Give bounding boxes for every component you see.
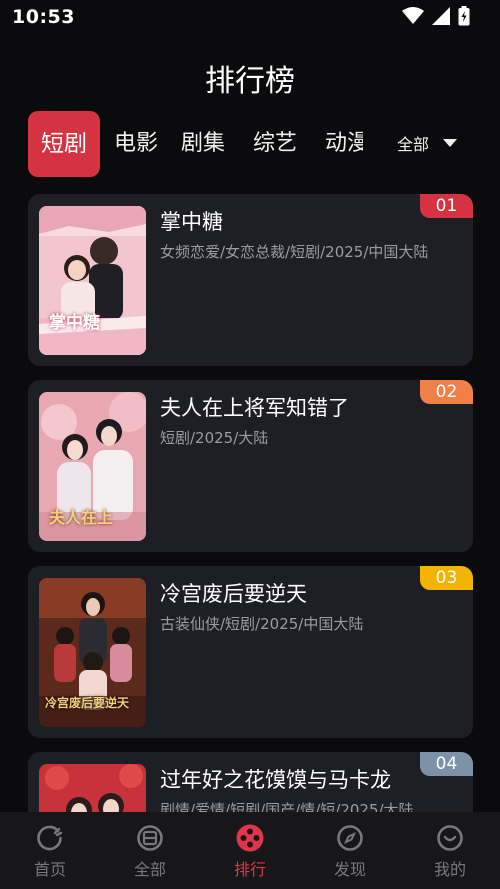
rank-icon [236, 824, 264, 852]
home-icon [37, 825, 63, 851]
tab-movie[interactable]: 电影 [114, 111, 158, 177]
rank-badge: 02 [420, 380, 473, 404]
card-title: 夫人在上将军知错了 [160, 396, 349, 420]
poster-title-text: 夫人在上 [49, 508, 114, 527]
poster-image: 冷宫废后要逆天 [39, 578, 146, 727]
nav-rank-label: 排行 [233, 860, 266, 879]
caret-down-icon [443, 139, 458, 147]
ranking-card-1[interactable]: 掌中糖 掌中糖 女频恋爱/女恋总裁/短剧/2025/中国大陆 01 [28, 194, 473, 366]
card-title: 冷宫废后要逆天 [160, 582, 307, 606]
tab-series[interactable]: 剧集 [181, 111, 225, 177]
card-title: 过年好之花馍馍与马卡龙 [160, 768, 391, 792]
rank-badge: 01 [420, 194, 473, 218]
card-tags: 女频恋爱/女恋总裁/短剧/2025/中国大陆 [160, 243, 429, 261]
poster-title-text: 掌中糖 [49, 313, 100, 333]
poster-image: 掌中糖 [39, 206, 146, 355]
profile-icon [437, 825, 463, 851]
nav-home[interactable]: 首页 [0, 812, 100, 889]
nav-all[interactable]: 全部 [100, 812, 200, 889]
status-bar: 10:53 [0, 0, 500, 36]
battery-icon [458, 6, 470, 26]
nav-rank[interactable]: 排行 [200, 812, 300, 889]
card-title: 掌中糖 [160, 210, 223, 234]
status-icons [402, 6, 470, 26]
rank-badge: 03 [420, 566, 473, 590]
category-tabs: 短剧 电影 剧集 综艺 动漫 [28, 111, 363, 177]
tab-variety[interactable]: 综艺 [253, 111, 297, 177]
card-tags: 短剧/2025/大陆 [160, 429, 269, 447]
ranking-card-2[interactable]: 夫人在上 夫人在上将军知错了 短剧/2025/大陆 02 [28, 380, 473, 552]
poster-image: 夫人在上 [39, 392, 146, 541]
wifi-icon [402, 7, 424, 24]
nav-discover[interactable]: 发现 [300, 812, 400, 889]
rank-badge: 04 [420, 752, 473, 776]
page-title: 排行榜 [205, 64, 295, 99]
bottom-nav: 首页 全部 排行 发现 我的 [0, 812, 500, 889]
all-icon [137, 825, 163, 851]
ranking-card-3[interactable]: 冷宫废后要逆天 冷宫废后要逆天 古装仙侠/短剧/2025/中国大陆 03 [28, 566, 473, 738]
tab-short-drama[interactable]: 短剧 [28, 111, 100, 177]
nav-profile-label: 我的 [433, 860, 466, 879]
compass-icon [337, 825, 363, 851]
nav-discover-label: 发现 [333, 860, 366, 879]
nav-profile[interactable]: 我的 [400, 812, 500, 889]
poster-title-text: 冷宫废后要逆天 [45, 696, 130, 710]
signal-icon [432, 7, 450, 25]
filter-label: 全部 [397, 135, 430, 154]
card-tags: 古装仙侠/短剧/2025/中国大陆 [160, 615, 364, 633]
tab-anime[interactable]: 动漫 [325, 111, 363, 177]
filter-dropdown[interactable]: 全部 [397, 131, 458, 155]
nav-home-label: 首页 [33, 860, 66, 879]
status-time: 10:53 [12, 6, 75, 28]
nav-all-label: 全部 [133, 860, 166, 879]
